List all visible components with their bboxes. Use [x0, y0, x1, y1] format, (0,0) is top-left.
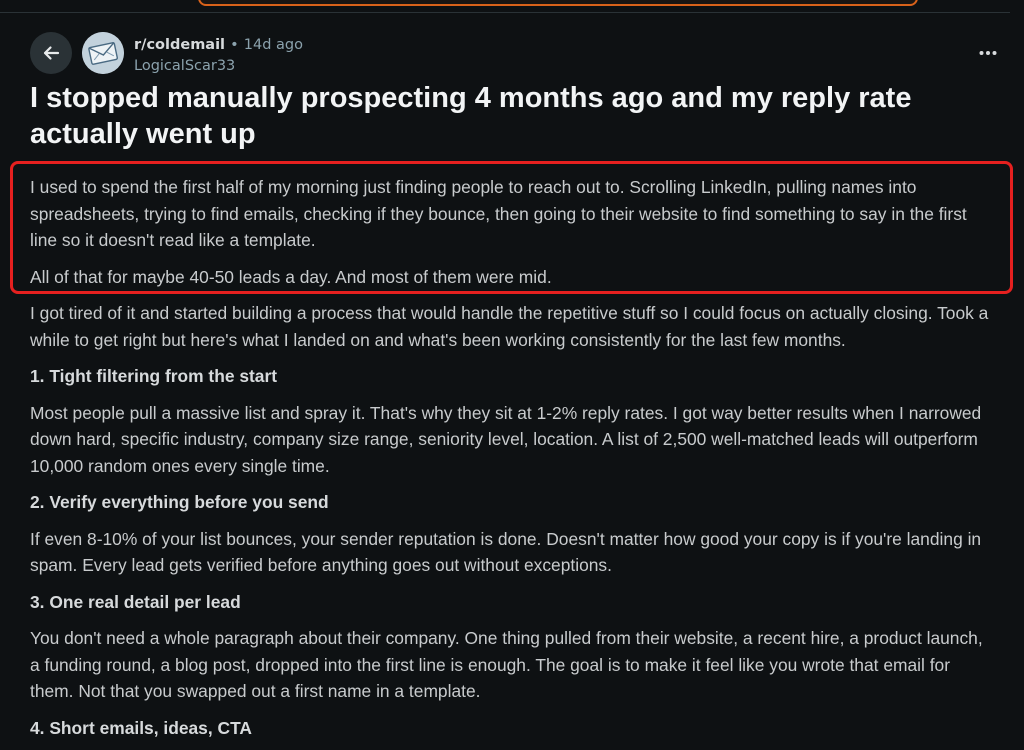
body-paragraph: I got tired of it and started building a… [30, 303, 989, 350]
mail-envelope-icon [82, 32, 124, 74]
section-heading: 4. Short emails, ideas, CTA [30, 717, 252, 738]
body-paragraph: I used to spend the first half of my mor… [30, 177, 967, 250]
more-options-button[interactable] [976, 44, 1000, 62]
search-bar-edge[interactable] [198, 0, 918, 6]
section-heading: 1. Tight filtering from the start [30, 366, 278, 386]
subreddit-name[interactable]: r/coldemail [134, 37, 225, 53]
three-dots-icon [979, 51, 997, 55]
author-username[interactable]: LogicalScar33 [134, 56, 303, 77]
arrow-left-icon [43, 46, 60, 60]
meta-separator: • [230, 37, 239, 53]
section-heading: 2. Verify everything before you send [30, 492, 329, 512]
post-meta: r/coldemail • 14d ago LogicalScar33 [134, 33, 303, 77]
post-body: I used to spend the first half of my mor… [30, 174, 996, 750]
post-header: r/coldemail • 14d ago LogicalScar33 [30, 32, 1010, 76]
section-text: If even 8-10% of your list bounces, your… [30, 528, 982, 576]
section-heading: 3. One real detail per lead [30, 591, 241, 612]
post-title: I stopped manually prospecting 4 months … [30, 82, 912, 150]
subreddit-avatar[interactable] [82, 32, 124, 74]
browser-top-bar [0, 0, 1024, 13]
post-age: 14d ago [243, 37, 304, 53]
scrollbar[interactable] [1010, 12, 1024, 750]
body-paragraph: All of that for maybe 40-50 leads a day.… [30, 266, 552, 287]
section-text: You don't need a whole paragraph about t… [30, 628, 983, 701]
section-text: Most people pull a massive list and spra… [30, 402, 982, 476]
back-button[interactable] [30, 32, 72, 74]
